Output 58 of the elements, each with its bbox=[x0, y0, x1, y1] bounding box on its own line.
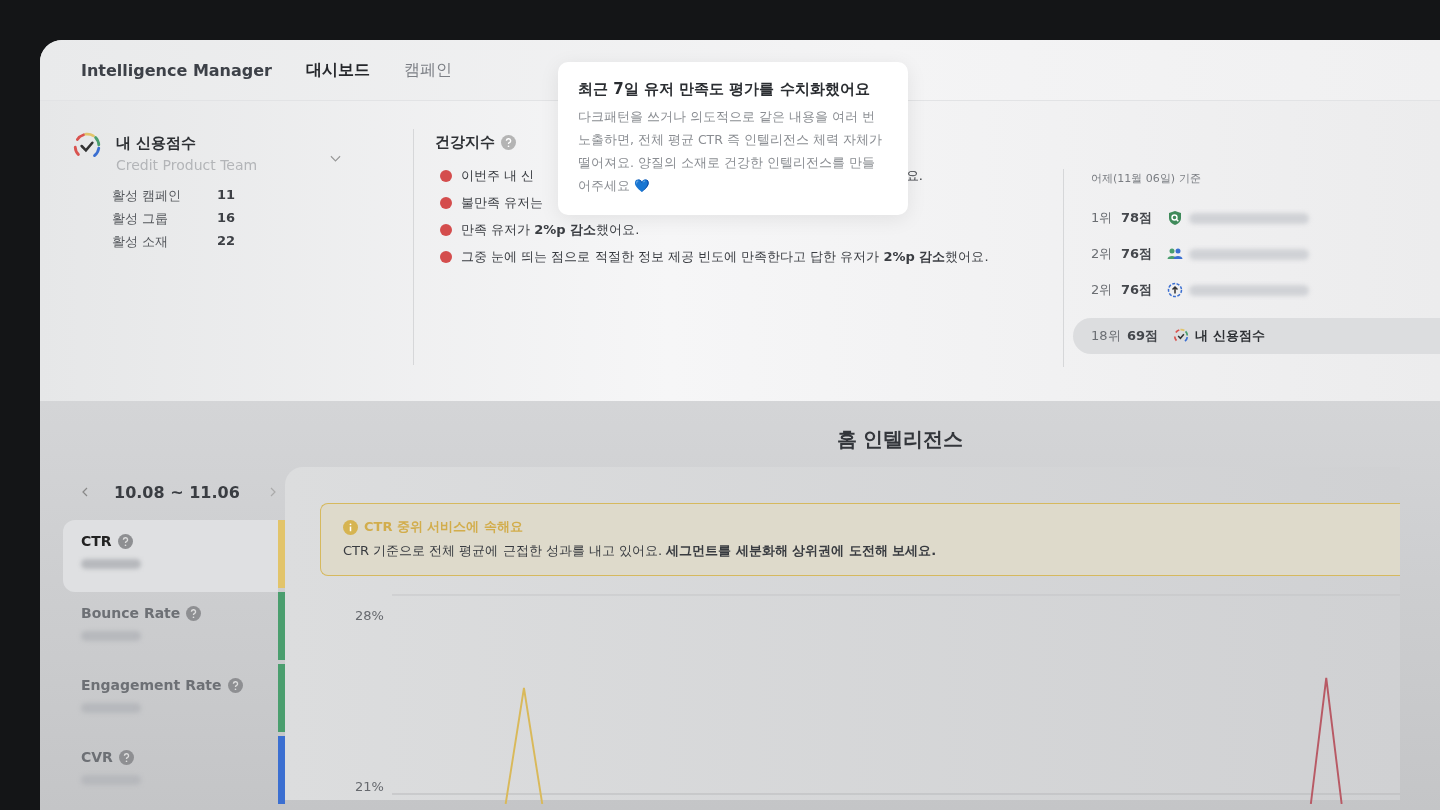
profile-name: 내 신용점수 bbox=[116, 134, 198, 153]
check-logo-icon bbox=[1173, 328, 1189, 344]
rank-number: 2위 bbox=[1091, 281, 1114, 299]
info-icon bbox=[343, 519, 358, 535]
stat-value: 11 bbox=[217, 187, 237, 204]
health-item-text: 만족 유저가 2%p 감소했어요. bbox=[461, 220, 640, 239]
date-range: 10.08 ~ 11.06 bbox=[114, 482, 240, 502]
help-icon[interactable] bbox=[117, 533, 133, 549]
rank-number: 2위 bbox=[1091, 245, 1114, 263]
rank-number: 18위 bbox=[1091, 327, 1122, 345]
stat-label: 활성 소재 bbox=[112, 233, 170, 251]
nav-tab[interactable]: 캠페인 bbox=[398, 59, 458, 81]
status-dot-icon bbox=[440, 169, 452, 182]
health-title: 건강지수 bbox=[435, 133, 495, 152]
status-dot-icon bbox=[440, 223, 452, 236]
shield-icon bbox=[1167, 210, 1183, 226]
tooltip-text: 다크패턴을 쓰거나 의도적으로 같은 내용을 여러 번 노출하면, 전체 평균 CTR 즉 인텔리전스 체력 자체가 떨어져요. 양질의 소재로 건강한 인텔리전스를 만들어주세요 💙 bbox=[578, 108, 883, 195]
chevron-down-icon[interactable] bbox=[330, 155, 341, 163]
status-dot-icon bbox=[440, 250, 452, 263]
stat-value: 16 bbox=[217, 210, 237, 227]
nav-tab[interactable]: 대시보드 bbox=[300, 59, 376, 81]
blurred-value bbox=[81, 559, 141, 569]
rank-score: 69점 bbox=[1127, 327, 1160, 345]
stat-value: 22 bbox=[217, 233, 237, 250]
health-item-text: 그중 눈에 띄는 점으로 적절한 정보 제공 빈도에 만족한다고 답한 유저가 2%p 감소했어요. bbox=[461, 247, 989, 266]
health-item-text: 요. bbox=[905, 166, 923, 185]
stat-label: 활성 캠페인 bbox=[112, 187, 183, 205]
metric-label: CVR bbox=[81, 749, 113, 765]
arrow-up-circle-icon bbox=[1167, 282, 1183, 298]
rank-score: 76점 bbox=[1121, 245, 1154, 263]
people-icon bbox=[1167, 246, 1183, 262]
app-name: Intelligence Manager bbox=[81, 60, 272, 80]
help-icon[interactable] bbox=[186, 605, 202, 621]
section-title: 홈 인텔리전스 bbox=[836, 426, 964, 453]
help-icon[interactable] bbox=[118, 749, 134, 765]
alert-text: CTR 기준으로 전체 평균에 근접한 성과를 내고 있어요. 세그먼트를 세분화해 상위권에 도전해 보세요. bbox=[343, 542, 938, 560]
alert-title: CTR 중위 서비스에 속해요 bbox=[364, 518, 523, 536]
rank-number: 1위 bbox=[1091, 209, 1114, 227]
metric-label: Engagement Rate bbox=[81, 677, 222, 693]
axis-label: 21% bbox=[355, 779, 385, 794]
rank-score: 76점 bbox=[1121, 281, 1154, 299]
axis-label: 28% bbox=[355, 608, 385, 623]
ranking-caption: 어제(11월 06일) 기준 bbox=[1091, 171, 1202, 186]
my-team-name: 내 신용점수 bbox=[1195, 327, 1265, 345]
rank-score: 78점 bbox=[1121, 209, 1154, 227]
help-icon[interactable] bbox=[501, 135, 516, 150]
metric-label: Bounce Rate bbox=[81, 605, 181, 621]
metric-tab[interactable]: Bounce Rate bbox=[63, 592, 278, 664]
health-item-text: 이번주 내 신 bbox=[461, 166, 535, 185]
status-dot-icon bbox=[440, 196, 452, 209]
help-icon[interactable] bbox=[227, 677, 243, 693]
metric-label: CTR bbox=[81, 533, 112, 549]
stat-label: 활성 그룹 bbox=[112, 210, 170, 228]
metric-tab[interactable]: Engagement Rate bbox=[63, 664, 278, 736]
metric-tab[interactable]: CTR bbox=[63, 520, 278, 592]
health-item-text: 불만족 유저는 bbox=[461, 193, 544, 212]
tooltip-title: 최근 7일 유저 만족도 평가를 수치화했어요 bbox=[578, 80, 871, 99]
metric-tab[interactable]: CVR bbox=[63, 736, 278, 808]
